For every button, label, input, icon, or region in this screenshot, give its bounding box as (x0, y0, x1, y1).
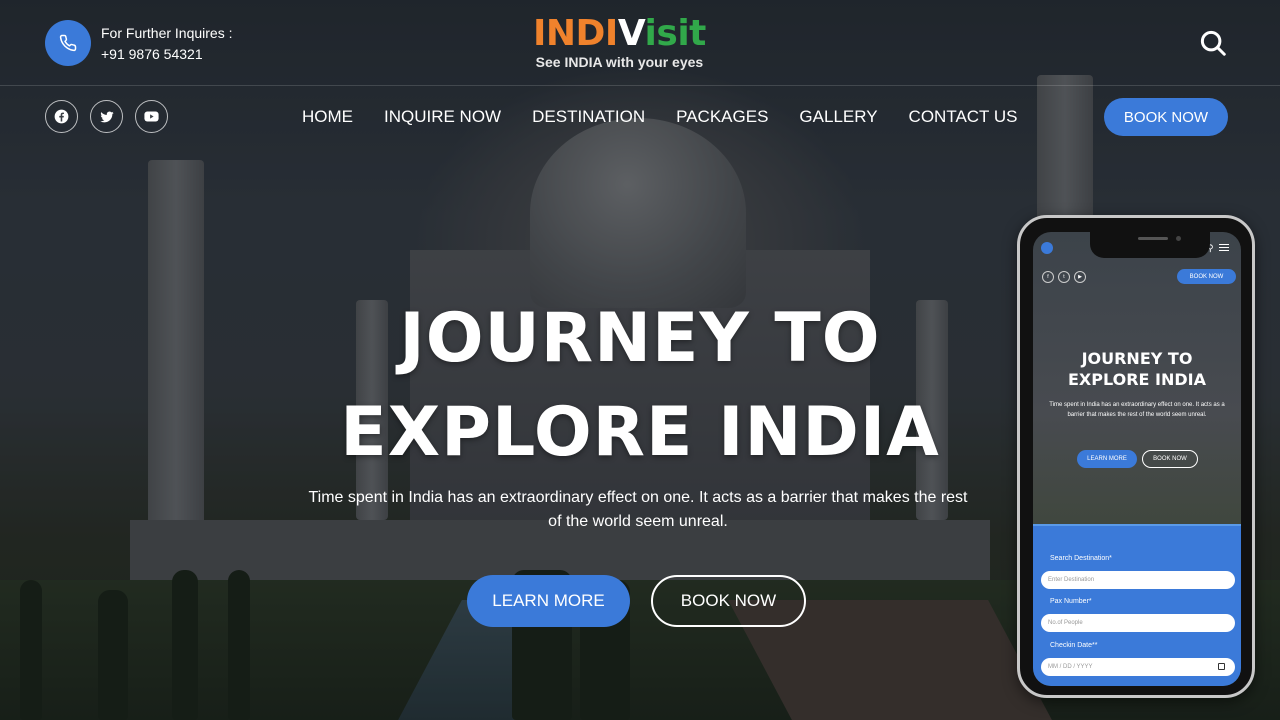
site-logo[interactable]: INDIVisit See INDIA with your eyes (533, 14, 706, 71)
mobile-phone-icon[interactable] (1041, 242, 1053, 254)
mobile-social-links: f t ▶ (1042, 271, 1086, 283)
mobile-book-now-button[interactable]: BOOK NOW (1177, 269, 1236, 284)
phone-notch (1090, 232, 1210, 258)
phone-icon (59, 34, 77, 52)
phone-speaker (1138, 237, 1168, 240)
logo-part-green: isit (644, 13, 707, 54)
nav-packages[interactable]: PACKAGES (676, 107, 768, 127)
pax-input[interactable]: No.of People (1041, 614, 1235, 632)
search-icon[interactable] (1198, 28, 1228, 58)
hero-title: JOURNEY TO EXPLORE INDIA (265, 292, 1015, 480)
mobile-booking-form: Search Destination* Enter Destination Pa… (1033, 524, 1241, 686)
logo-part-white: V (617, 13, 645, 54)
destination-input[interactable]: Enter Destination (1041, 571, 1235, 589)
learn-more-button[interactable]: LEARN MORE (467, 575, 630, 627)
youtube-icon (144, 111, 159, 122)
social-links (45, 100, 168, 133)
checkin-date-placeholder: MM / DD / YYYY (1048, 664, 1093, 670)
nav-inquire-now[interactable]: INQUIRE NOW (384, 107, 501, 127)
nav-destination[interactable]: DESTINATION (532, 107, 645, 127)
pax-label: Pax Number* (1050, 598, 1092, 605)
logo-wordmark: INDIVisit (533, 14, 706, 54)
main-nav: HOME INQUIRE NOW DESTINATION PACKAGES GA… (302, 107, 1017, 127)
mobile-facebook-icon[interactable]: f (1042, 271, 1054, 283)
hero-title-line-1: JOURNEY TO (399, 299, 881, 378)
phone-camera (1176, 236, 1181, 241)
checkin-date-label: Checkin Date** (1050, 642, 1098, 649)
hero-description: Time spent in India has an extraordinary… (273, 486, 1003, 534)
mobile-youtube-icon[interactable]: ▶ (1074, 271, 1086, 283)
mobile-hero-title: JOURNEY TO EXPLORE INDIA (1033, 348, 1241, 390)
top-bar: For Further Inquires : +91 9876 54321 IN… (0, 0, 1280, 86)
mobile-learn-more-button[interactable]: LEARN MORE (1077, 450, 1137, 468)
nav-home[interactable]: HOME (302, 107, 353, 127)
mobile-hero-description: Time spent in India has an extraordinary… (1049, 402, 1225, 418)
twitter-link[interactable] (90, 100, 123, 133)
nav-contact-us[interactable]: CONTACT US (909, 107, 1018, 127)
mobile-twitter-icon[interactable]: t (1058, 271, 1070, 283)
logo-part-orange: INDI (533, 13, 618, 54)
facebook-link[interactable] (45, 100, 78, 133)
phone-mockup: See INDIA with your eyes ⚲ f t ▶ BOOK NO… (1017, 215, 1255, 698)
mobile-hero-title-line-1: JOURNEY TO (1081, 349, 1193, 368)
checkin-date-input[interactable]: MM / DD / YYYY (1041, 658, 1235, 676)
hero-description-line-2: of the world seem unreal. (548, 513, 728, 530)
twitter-icon (99, 111, 114, 122)
inquiry-label: For Further Inquires : (101, 25, 233, 41)
facebook-icon (54, 109, 69, 124)
hero-title-line-2: EXPLORE INDIA (340, 393, 940, 472)
mobile-hero-book-now-button[interactable]: BOOK NOW (1142, 450, 1198, 468)
mobile-hero-title-line-2: EXPLORE INDIA (1068, 370, 1206, 389)
youtube-link[interactable] (135, 100, 168, 133)
logo-tagline: See INDIA with your eyes (535, 54, 704, 70)
inquiry-info: For Further Inquires : +91 9876 54321 (101, 23, 233, 65)
calendar-icon[interactable] (1218, 663, 1225, 670)
phone-screen: See INDIA with your eyes ⚲ f t ▶ BOOK NO… (1033, 232, 1241, 686)
hero-description-line-1: Time spent in India has an extraordinary… (308, 489, 968, 506)
phone-number[interactable]: +91 9876 54321 (101, 44, 233, 65)
hero-book-now-button[interactable]: BOOK NOW (651, 575, 806, 627)
destination-label: Search Destination* (1050, 555, 1112, 562)
mobile-menu-icon[interactable] (1219, 244, 1229, 251)
nav-gallery[interactable]: GALLERY (799, 107, 877, 127)
phone-call-button[interactable] (45, 20, 91, 66)
book-now-button[interactable]: BOOK NOW (1104, 98, 1228, 136)
